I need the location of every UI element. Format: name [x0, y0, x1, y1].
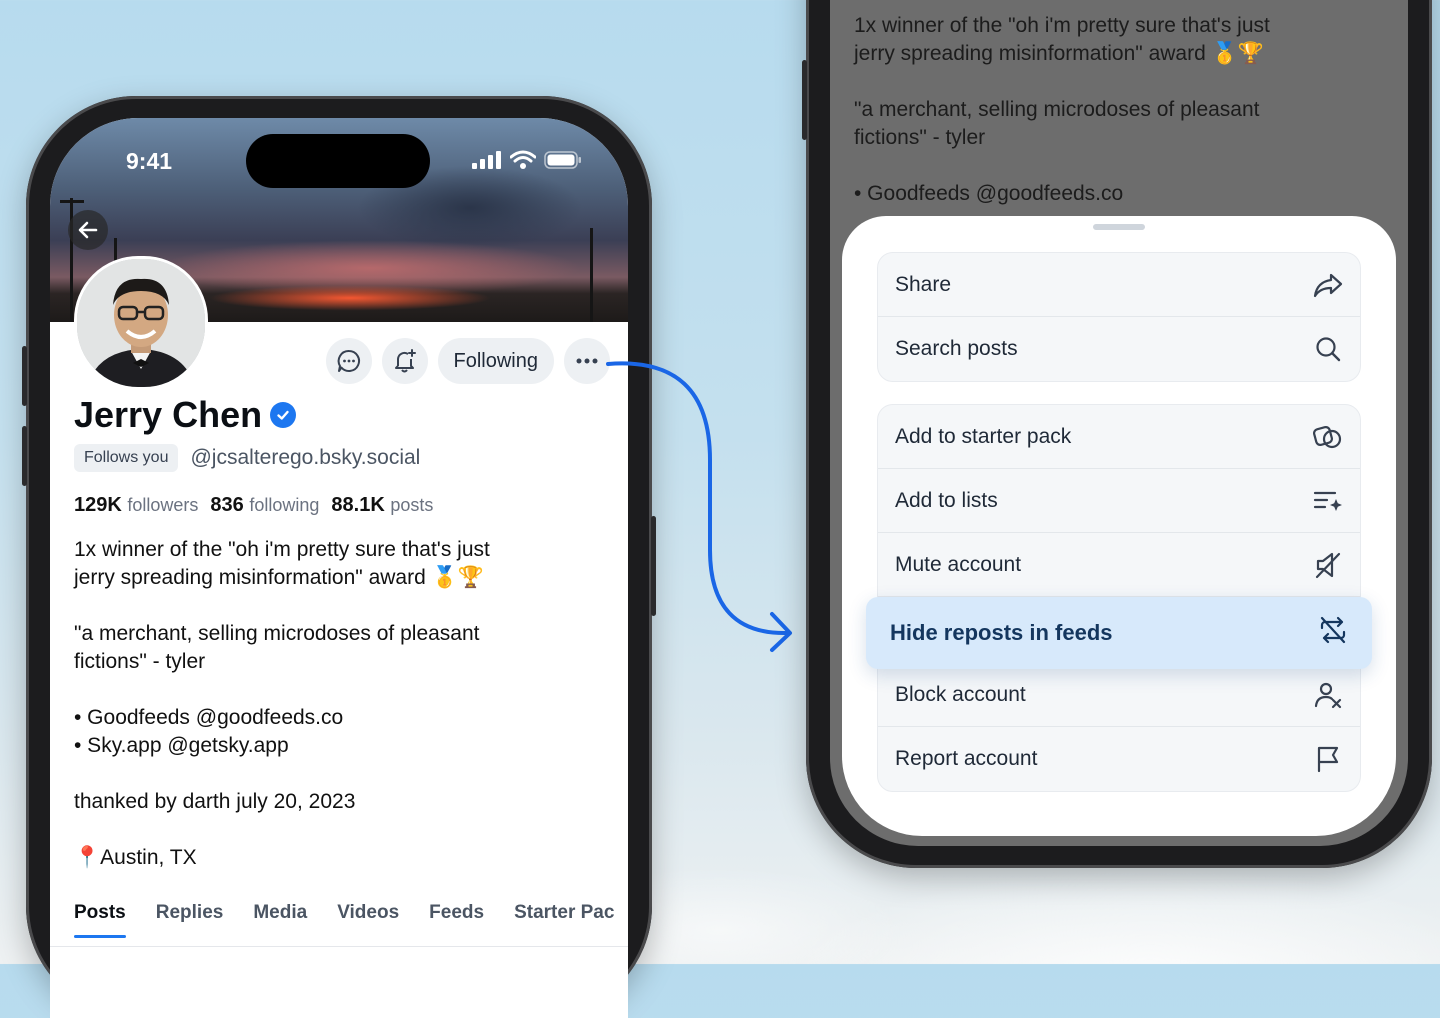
- notify-button[interactable]: [381, 338, 428, 384]
- profile-name-row: Jerry Chen: [74, 394, 297, 436]
- menu-item-report-account[interactable]: Report account: [878, 727, 1360, 791]
- menu-item-search-posts[interactable]: Search posts: [878, 317, 1360, 381]
- profile-bio: 1x winner of the "oh i'm pretty sure tha…: [74, 536, 594, 900]
- back-button[interactable]: [68, 210, 108, 250]
- mute-icon: [1312, 549, 1344, 581]
- handle-row: Follows you @jcsalterego.bsky.social: [74, 444, 420, 472]
- dimmed-profile-bio: 1x winner of the "oh i'm pretty sure tha…: [854, 12, 1394, 236]
- dynamic-island: [246, 134, 430, 188]
- share-icon: [1312, 269, 1344, 301]
- posts-stat: 88.1K posts: [331, 494, 434, 516]
- phone-side-button: [802, 60, 807, 140]
- tab-starter-packs[interactable]: Starter Pac: [514, 902, 614, 938]
- menu-item-share[interactable]: Share: [878, 253, 1360, 317]
- bio-paragraph: • Goodfeeds @goodfeeds.co: [854, 182, 1124, 205]
- message-button[interactable]: [325, 338, 372, 384]
- profile-stats: 129K followers 836 following 88.1K posts: [74, 494, 433, 517]
- bio-paragraph: "a merchant, selling microdoses of pleas…: [854, 98, 1260, 149]
- right-phone: 1x winner of the "oh i'm pretty sure tha…: [802, 0, 1432, 868]
- cellular-signal-icon: [472, 151, 501, 169]
- hide-reposts-icon: [1318, 616, 1348, 650]
- bio-paragraph: thanked by darth july 20, 2023: [74, 790, 356, 813]
- status-time: 9:41: [126, 148, 173, 174]
- search-icon: [1312, 333, 1344, 365]
- left-phone: 9:41 Following Jerry Chen Follows you @j…: [22, 96, 656, 1018]
- menu-group-share: Share Search posts: [877, 252, 1361, 382]
- handle: @jcsalterego.bsky.social: [190, 446, 421, 469]
- profile-actions: Following: [325, 338, 610, 384]
- phone-side-button: [22, 346, 27, 406]
- starter-pack-icon: [1312, 421, 1344, 453]
- wifi-icon: [510, 150, 536, 169]
- bio-location: 📍Austin, TX: [74, 846, 197, 869]
- followers-stat[interactable]: 129K followers: [74, 494, 198, 517]
- phone-side-button: [22, 426, 27, 486]
- menu-item-block-account[interactable]: Block account: [878, 663, 1360, 727]
- list-add-icon: [1312, 485, 1344, 517]
- menu-item-add-to-lists[interactable]: Add to lists: [878, 469, 1360, 533]
- follows-you-badge: Follows you: [74, 444, 179, 472]
- bio-paragraph: 1x winner of the "oh i'm pretty sure tha…: [74, 538, 490, 589]
- tab-posts[interactable]: Posts: [74, 902, 126, 938]
- menu-item-hide-reposts-in-feeds[interactable]: Hide reposts in feeds: [866, 597, 1372, 669]
- avatar-photo: [77, 259, 205, 387]
- following-stat[interactable]: 836 following: [210, 494, 319, 517]
- ellipsis-icon: [576, 358, 598, 364]
- tabs-divider: [50, 946, 628, 947]
- tab-replies[interactable]: Replies: [156, 902, 224, 938]
- tab-feeds[interactable]: Feeds: [429, 902, 484, 938]
- menu-item-add-to-starter-pack[interactable]: Add to starter pack: [878, 405, 1360, 469]
- menu-screen: 1x winner of the "oh i'm pretty sure tha…: [830, 0, 1408, 846]
- bio-paragraph: "a merchant, selling microdoses of pleas…: [74, 622, 480, 673]
- profile-tabs: Posts Replies Media Videos Feeds Starter…: [74, 902, 614, 938]
- verified-badge-icon: [270, 402, 297, 428]
- bio-paragraph: 1x winner of the "oh i'm pretty sure tha…: [854, 14, 1270, 65]
- tab-videos[interactable]: Videos: [337, 902, 399, 938]
- battery-icon: [544, 151, 581, 169]
- status-icons: [472, 150, 582, 170]
- arrow-left-icon: [78, 221, 98, 239]
- profile-screen: 9:41 Following Jerry Chen Follows you @j…: [50, 118, 628, 1018]
- bio-paragraph: • Goodfeeds @goodfeeds.co • Sky.app @get…: [74, 706, 344, 757]
- block-user-icon: [1312, 679, 1344, 711]
- menu-item-mute-account[interactable]: Mute account: [878, 533, 1360, 597]
- bell-plus-icon: [394, 349, 416, 373]
- chat-bubble-icon: [337, 349, 360, 372]
- sheet-grabber[interactable]: [1093, 224, 1145, 230]
- connector-arrow: [606, 361, 792, 652]
- profile-options-sheet: Share Search posts Add to starter pack A…: [842, 216, 1396, 836]
- following-button[interactable]: Following: [437, 338, 554, 384]
- avatar[interactable]: [74, 256, 208, 390]
- flag-icon: [1312, 743, 1344, 775]
- tab-media[interactable]: Media: [253, 902, 307, 938]
- display-name: Jerry Chen: [74, 394, 263, 435]
